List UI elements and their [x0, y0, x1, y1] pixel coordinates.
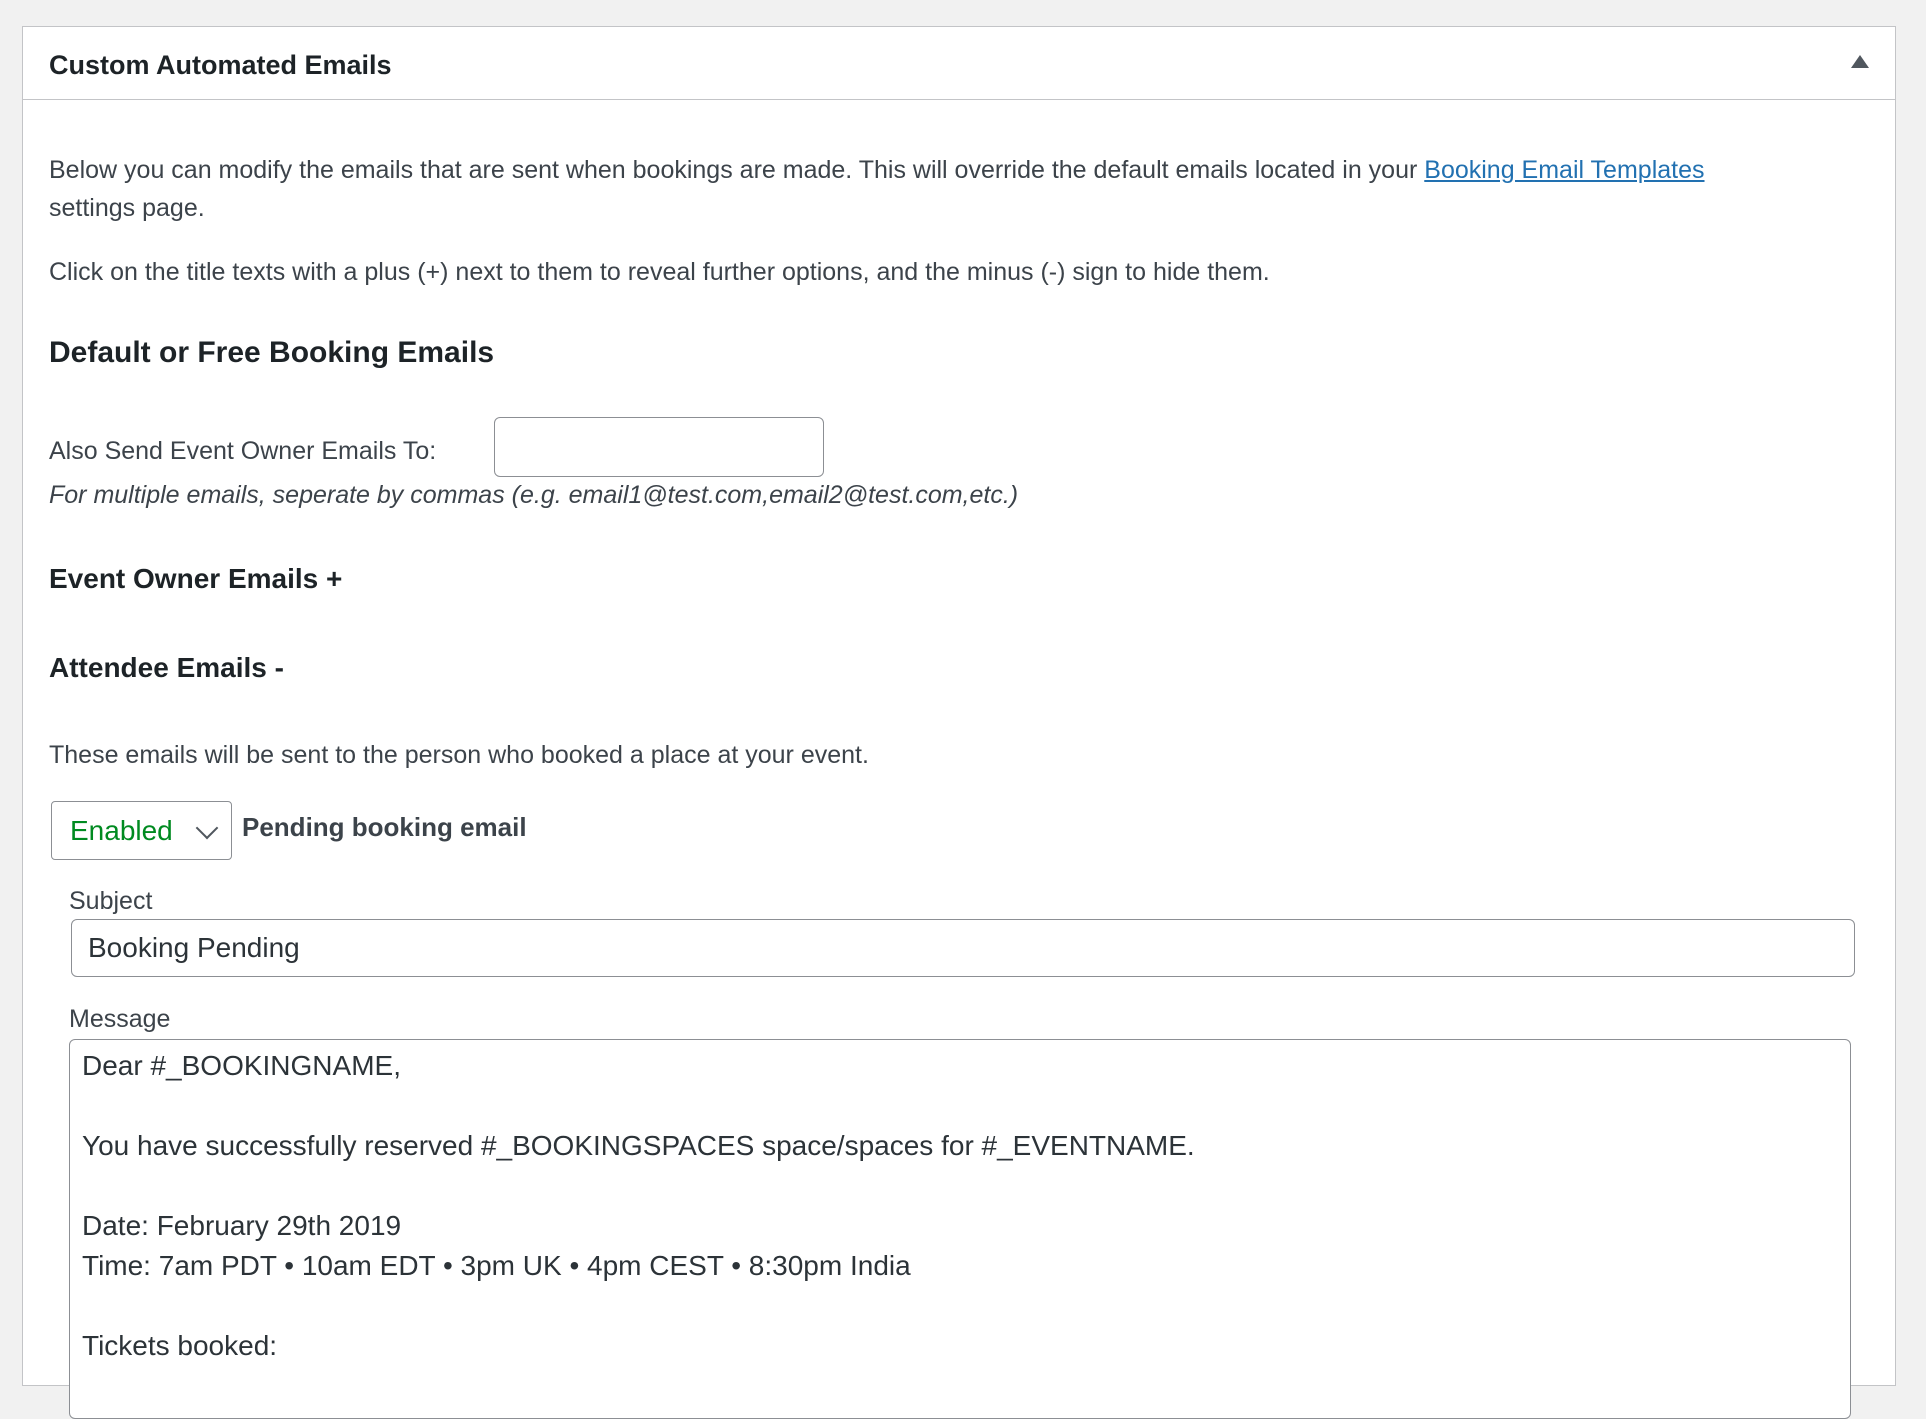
instruction-text: Click on the title texts with a plus (+)…	[49, 258, 1270, 286]
message-textarea[interactable]: Dear #_BOOKINGNAME, You have successfull…	[69, 1039, 1851, 1419]
owner-emails-hint: For multiple emails, seperate by commas …	[49, 481, 1019, 509]
message-line: Date: February 29th 2019	[82, 1210, 402, 1241]
attendee-emails-toggle[interactable]: Attendee Emails -	[49, 651, 284, 685]
pending-email-label: Pending booking email	[242, 812, 527, 842]
section-heading: Default or Free Booking Emails	[49, 336, 495, 369]
intro-paragraph: Below you can modify the emails that are…	[49, 151, 1879, 227]
intro-text: Below you can modify the emails that are…	[49, 156, 1425, 184]
subject-label: Subject	[69, 887, 153, 915]
message-label: Message	[69, 1005, 171, 1033]
chevron-down-icon	[195, 816, 219, 840]
subject-input[interactable]	[71, 919, 1855, 977]
message-line: Tickets booked:	[82, 1330, 278, 1361]
triangle-up-icon[interactable]	[1851, 55, 1869, 68]
panel-title: Custom Automated Emails	[49, 50, 392, 80]
pending-email-status-select[interactable]: Enabled	[51, 801, 232, 860]
message-line	[82, 1086, 1850, 1126]
owner-emails-label: Also Send Event Owner Emails To:	[49, 437, 437, 465]
attendee-description: These emails will be sent to the person …	[49, 741, 869, 769]
message-line: Dear #_BOOKINGNAME,	[82, 1050, 401, 1081]
status-selected-value: Enabled	[70, 815, 173, 846]
message-line: You have successfully reserved #_BOOKING…	[82, 1130, 1195, 1161]
custom-emails-panel: Custom Automated Emails Below you can mo…	[22, 26, 1896, 1419]
booking-email-templates-link[interactable]: Booking Email Templates	[1424, 156, 1704, 184]
message-line	[82, 1286, 1850, 1326]
intro-text-line2: settings page.	[49, 194, 205, 222]
message-line	[82, 1166, 1850, 1206]
panel-header[interactable]: Custom Automated Emails	[23, 27, 1895, 100]
message-line: Time: 7am PDT • 10am EDT • 3pm UK • 4pm …	[82, 1250, 911, 1281]
event-owner-emails-toggle[interactable]: Event Owner Emails +	[49, 562, 342, 596]
owner-emails-input[interactable]	[494, 417, 824, 477]
